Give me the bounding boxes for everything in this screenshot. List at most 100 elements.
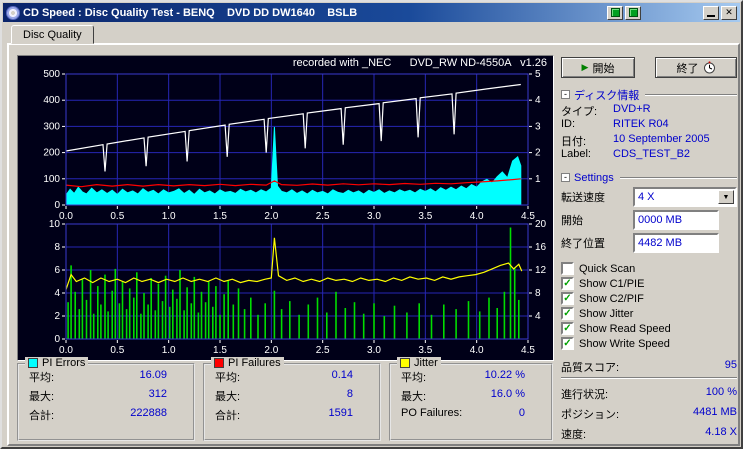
jitter-legend: Jitter	[397, 357, 441, 369]
quality-score-value: 95	[724, 359, 737, 371]
box-title: PI Failures	[228, 357, 281, 369]
control-panel: ▶ 開始 終了 - ディスク情報 タイプ: DVD+R ID: RITEK R0…	[561, 53, 737, 441]
box-title: Jitter	[414, 357, 438, 369]
svg-text:100: 100	[43, 174, 60, 185]
disc-label-row: Label: CDS_TEST_B2	[561, 148, 737, 161]
stat-label: 平均:	[215, 372, 241, 384]
checkbox-show-c1-pie[interactable]: ✓ Show C1/PIE	[561, 276, 737, 291]
svg-text:0.0: 0.0	[59, 345, 73, 356]
svg-text:1.5: 1.5	[213, 345, 227, 356]
info-value: 10 September 2005	[613, 133, 710, 145]
svg-text:0.5: 0.5	[110, 345, 124, 356]
svg-text:300: 300	[43, 121, 60, 132]
stat-value: 0.14	[331, 369, 353, 381]
checkbox-show-c2-pif[interactable]: ✓ Show C2/PIF	[561, 291, 737, 306]
speed-row: 速度: 4.18 X	[561, 426, 737, 441]
svg-text:20: 20	[535, 220, 547, 230]
disc-info-title: ディスク情報	[574, 89, 640, 102]
start-icon: ▶	[581, 62, 589, 72]
collapse-icon[interactable]: -	[561, 173, 570, 182]
svg-text:10: 10	[49, 220, 61, 230]
checkbox-label: Show Write Speed	[579, 337, 670, 350]
svg-text:2: 2	[54, 311, 60, 322]
stat-row: 平均: 10.22 %	[391, 369, 551, 384]
recorded-with-note: recorded with _NEC DVD_RW ND-4550A v1.26	[292, 57, 547, 69]
stat-value: 0	[518, 407, 525, 419]
titlebar-plugin-icon-2[interactable]	[625, 5, 641, 20]
pie-speed-chart: 0 100 200 300 400 500 1 2 3 4 5 0.0 0.5 1.0 1.5 2.0 2.5 3…	[43, 70, 541, 220]
transfer-rate-select[interactable]: 4 X ▼	[633, 187, 737, 207]
dropdown-arrow-icon[interactable]: ▼	[718, 190, 734, 204]
svg-text:4: 4	[535, 95, 541, 106]
checkbox-label: Show Jitter	[579, 307, 634, 320]
clock-icon	[703, 61, 715, 74]
separator	[561, 377, 737, 379]
position-value: 4481 MB	[692, 406, 737, 418]
svg-text:2.5: 2.5	[316, 345, 330, 356]
minimize-button[interactable]	[703, 5, 719, 20]
svg-text:2: 2	[535, 148, 541, 159]
svg-text:8: 8	[54, 242, 60, 253]
svg-text:4.0: 4.0	[470, 211, 484, 220]
green-square-icon	[610, 8, 620, 17]
tab-label: Disc Quality	[23, 29, 82, 41]
transfer-rate-value: 4 X	[638, 191, 655, 203]
stat-value: 16.0 %	[490, 388, 525, 400]
collapse-icon[interactable]: -	[561, 90, 570, 99]
stat-label: 最大:	[401, 391, 427, 403]
box-title: PI Errors	[42, 357, 86, 369]
stat-value: 222888	[130, 407, 167, 419]
start-position-label: 開始	[561, 215, 583, 227]
svg-text:1.0: 1.0	[162, 211, 176, 220]
info-value: RITEK R04	[613, 118, 669, 130]
end-position-input[interactable]	[633, 233, 719, 253]
stat-label: 合計:	[215, 410, 241, 422]
checkbox-show-jitter[interactable]: ✓ Show Jitter	[561, 306, 737, 321]
checkbox-show-read-speed[interactable]: ✓ Show Read Speed	[561, 321, 737, 336]
checkbox-show-write-speed[interactable]: ✓ Show Write Speed	[561, 336, 737, 351]
end-position-row: 終了位置	[561, 233, 737, 253]
info-label: タイプ:	[561, 106, 598, 118]
svg-text:400: 400	[43, 95, 60, 106]
stat-row: 最大: 16.0 %	[391, 388, 551, 403]
settings-title: Settings	[574, 171, 614, 184]
checkbox-quick-scan[interactable]: Quick Scan	[561, 261, 737, 276]
section-divider	[619, 176, 737, 179]
svg-text:3.0: 3.0	[367, 211, 381, 220]
info-value: DVD+R	[613, 103, 651, 115]
svg-text:1.0: 1.0	[162, 345, 176, 356]
exit-button[interactable]: 終了	[655, 57, 737, 78]
checkbox-icon	[561, 262, 574, 275]
titlebar-buttons: ✕	[607, 5, 737, 20]
svg-text:1: 1	[535, 174, 541, 185]
titlebar[interactable]: CD Speed : Disc Quality Test - BENQ DVD …	[3, 3, 740, 22]
stat-value: 8	[346, 388, 353, 400]
svg-text:0: 0	[54, 200, 60, 211]
start-button[interactable]: ▶ 開始	[561, 57, 635, 78]
checkbox-label: Show C1/PIE	[579, 277, 645, 290]
titlebar-spacer	[643, 12, 701, 13]
transfer-rate-label: 転送速度	[561, 192, 605, 204]
checkbox-icon: ✓	[561, 277, 574, 290]
disc-type-row: タイプ: DVD+R	[561, 103, 737, 118]
svg-text:2.0: 2.0	[264, 211, 278, 220]
svg-text:0.5: 0.5	[110, 211, 124, 220]
start-button-label: 開始	[592, 62, 615, 75]
stat-row: 合計: 1591	[205, 407, 379, 422]
jitter-box: Jitter 平均: 10.22 % 最大: 16.0 % PO Failure…	[389, 357, 553, 441]
progress-label: 進行状況:	[561, 389, 609, 401]
info-label: ID:	[561, 118, 576, 130]
pi-failures-box: PI Failures 平均: 0.14 最大: 8 合計: 1591	[203, 357, 381, 441]
checkbox-icon: ✓	[561, 307, 574, 320]
pi-errors-box: PI Errors 平均: 16.09 最大: 312 合計: 222888	[17, 357, 195, 441]
checkbox-label: Quick Scan	[579, 262, 636, 275]
pi-failures-legend: PI Failures	[211, 357, 284, 369]
tab-disc-quality[interactable]: Disc Quality	[11, 25, 94, 44]
checkbox-label: Show Read Speed	[579, 322, 671, 335]
tab-body: recorded with _NEC DVD_RW ND-4550A v1.26…	[7, 43, 740, 446]
titlebar-plugin-icon-1[interactable]	[607, 5, 623, 20]
quality-score-row: 品質スコア: 95	[561, 359, 737, 374]
checkbox-label: Show C2/PIF	[579, 292, 644, 305]
close-button[interactable]: ✕	[721, 5, 737, 20]
start-position-input[interactable]	[633, 210, 719, 230]
